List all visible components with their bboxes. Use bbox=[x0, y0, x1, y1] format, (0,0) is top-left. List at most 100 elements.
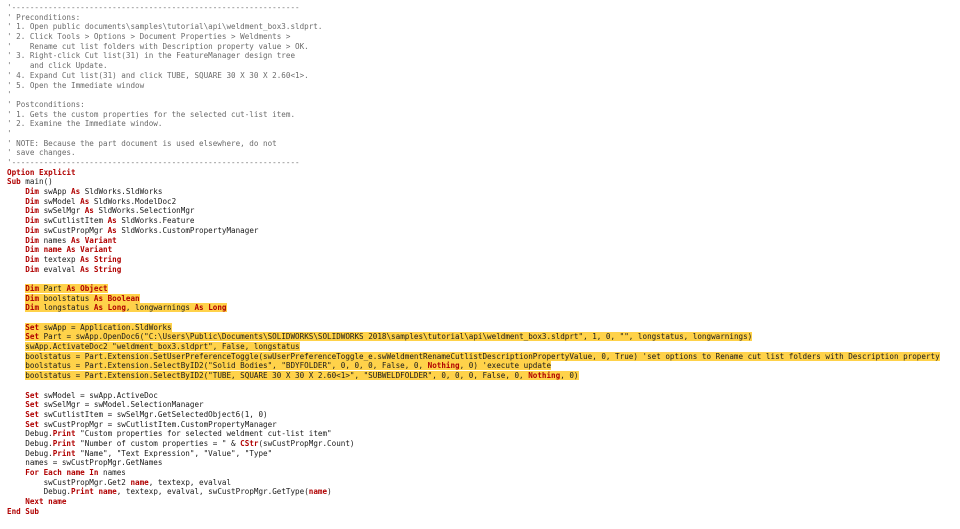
code-comment: ' NOTE: Because the part document is use… bbox=[7, 138, 277, 148]
code-keyword: As bbox=[84, 206, 99, 216]
code-comment: ' 3. Right-click Cut list(31) in the Fea… bbox=[7, 51, 296, 61]
code-line: Set swSelMgr = swModel.SelectionManager bbox=[7, 400, 957, 410]
code-line-highlighted: Set Part = swApp.OpenDoc6("C:\Users\Publ… bbox=[7, 332, 957, 342]
code-comment: ' 2. Click Tools > Options > Document Pr… bbox=[7, 32, 291, 42]
code-line: Dim swSelMgr As SldWorks.SelectionMgr bbox=[7, 206, 957, 216]
code-keyword: Dim bbox=[25, 283, 44, 293]
code-keyword: As Long bbox=[194, 303, 227, 313]
code-keyword: Set bbox=[25, 332, 44, 342]
code-text: swModel bbox=[43, 196, 81, 206]
code-keyword: As Object bbox=[66, 283, 108, 293]
code-line: '---------------------------------------… bbox=[7, 3, 957, 13]
code-text: Debug. bbox=[7, 429, 53, 439]
code-comment: ' Preconditions: bbox=[7, 12, 81, 22]
code-line: Set swCutlistItem = swSelMgr.GetSelected… bbox=[7, 410, 957, 420]
code-line: ' and click Update. bbox=[7, 61, 957, 71]
code-line: Debug.Print name, textexp, evalval, swCu… bbox=[7, 487, 957, 497]
code-keyword: Dim bbox=[7, 216, 44, 226]
code-comment: ' bbox=[7, 90, 12, 100]
code-keyword: End Sub bbox=[7, 506, 40, 516]
code-line: ' 3. Right-click Cut list(31) in the Fea… bbox=[7, 51, 957, 61]
code-text: Part bbox=[43, 283, 67, 293]
code-comment: ' 1. Gets the custom properties for the … bbox=[7, 109, 296, 119]
code-line: Debug.Print "Custom properties for selec… bbox=[7, 429, 957, 439]
code-line: ' 1. Gets the custom properties for the … bbox=[7, 110, 957, 120]
code-keyword: As Boolean bbox=[93, 293, 140, 303]
code-keyword: As Variant bbox=[66, 245, 113, 255]
code-line: names = swCustPropMgr.GetNames bbox=[7, 458, 957, 468]
code-text: boolstatus = Part.Extension.SelectByID2(… bbox=[25, 361, 428, 371]
code-line: ' bbox=[7, 90, 957, 100]
code-line: Dim name As Variant bbox=[7, 245, 957, 255]
code-text: Debug. bbox=[7, 438, 53, 448]
code-comment: ' Rename cut list folders with Descripti… bbox=[7, 41, 309, 51]
code-line-highlighted: Dim longstatus As Long, longwarnings As … bbox=[7, 303, 957, 313]
code-text: textexp bbox=[43, 254, 81, 264]
code-text: , textexp, evalval, swCustPropMgr.GetTyp… bbox=[116, 487, 309, 497]
code-keyword: Nothing bbox=[427, 361, 460, 371]
code-text: Part = swApp.OpenDoc6("C:\Users\Public\D… bbox=[43, 332, 753, 342]
code-line: Sub main() bbox=[7, 177, 957, 187]
code-text: evalval bbox=[43, 264, 81, 274]
code-text: swCustPropMgr bbox=[43, 225, 108, 235]
code-keyword: name bbox=[308, 487, 328, 497]
code-keyword: Print bbox=[52, 438, 81, 448]
code-text: "Name", "Text Expression", "Value", "Typ… bbox=[80, 448, 273, 458]
code-keyword: CStr bbox=[240, 438, 259, 448]
code-text: Debug. bbox=[7, 448, 53, 458]
code-text: names bbox=[43, 235, 72, 245]
code-line-highlighted: Dim Part As Object bbox=[7, 283, 957, 294]
code-line-highlighted: boolstatus = Part.Extension.SetUserPrefe… bbox=[7, 351, 957, 362]
code-text: , textexp, evalval bbox=[148, 477, 232, 487]
code-text: , 0) bbox=[560, 371, 579, 381]
code-line-highlighted: swApp.ActivateDoc2 "weldment_box3.sldprt… bbox=[7, 342, 957, 352]
code-text: SldWorks.SldWorks bbox=[84, 187, 163, 197]
code-keyword: name bbox=[98, 487, 117, 497]
code-text: boolstatus bbox=[43, 293, 94, 303]
code-line: End Sub bbox=[7, 507, 957, 517]
code-text: SldWorks.ModelDoc2 bbox=[93, 196, 177, 206]
code-keyword: Set bbox=[7, 409, 44, 419]
code-keyword: Dim bbox=[7, 235, 44, 245]
code-keyword: Set bbox=[7, 390, 44, 400]
code-line: Next name bbox=[7, 497, 957, 507]
code-line-highlighted: Set swApp = Application.SldWorks bbox=[7, 322, 957, 333]
code-keyword: Set bbox=[7, 419, 44, 429]
code-keyword: As String bbox=[80, 264, 122, 274]
code-line: '---------------------------------------… bbox=[7, 158, 957, 168]
code-line: Dim swModel As SldWorks.ModelDoc2 bbox=[7, 197, 957, 207]
code-keyword: name bbox=[130, 477, 149, 487]
code-comment: ' Postconditions: bbox=[7, 99, 85, 109]
code-editor[interactable]: '---------------------------------------… bbox=[7, 3, 957, 516]
code-line: ' Preconditions: bbox=[7, 13, 957, 23]
code-text: swApp = Application.SldWorks bbox=[43, 322, 172, 332]
code-line: Set swModel = swApp.ActiveDoc bbox=[7, 391, 957, 401]
code-keyword: As bbox=[80, 196, 94, 206]
code-line: Option Explicit bbox=[7, 168, 957, 178]
code-line: ' Postconditions: bbox=[7, 100, 957, 110]
code-line: ' 5. Open the Immediate window bbox=[7, 81, 957, 91]
code-line: ' 4. Expand Cut list(31) and click TUBE,… bbox=[7, 71, 957, 81]
code-keyword: As Variant bbox=[71, 235, 117, 245]
code-text: Debug. bbox=[7, 487, 72, 497]
code-text: swCustPropMgr.Get2 bbox=[7, 477, 131, 487]
code-text: swSelMgr = swModel.SelectionManager bbox=[43, 400, 204, 410]
code-keyword: As String bbox=[80, 254, 122, 264]
code-comment: ' 4. Expand Cut list(31) and click TUBE,… bbox=[7, 70, 309, 80]
code-line: Debug.Print "Name", "Text Expression", "… bbox=[7, 449, 957, 459]
code-line-highlighted: Dim boolstatus As Boolean bbox=[7, 293, 957, 304]
code-keyword: name bbox=[66, 468, 90, 477]
code-keyword: Nothing bbox=[528, 371, 561, 381]
code-keyword: As Long bbox=[93, 303, 126, 313]
code-line: Dim names As Variant bbox=[7, 236, 957, 246]
code-keyword: Dim bbox=[7, 264, 44, 274]
code-text: swCustPropMgr = swCutlistItem.CustomProp… bbox=[43, 419, 277, 429]
code-keyword: Print bbox=[71, 487, 99, 497]
